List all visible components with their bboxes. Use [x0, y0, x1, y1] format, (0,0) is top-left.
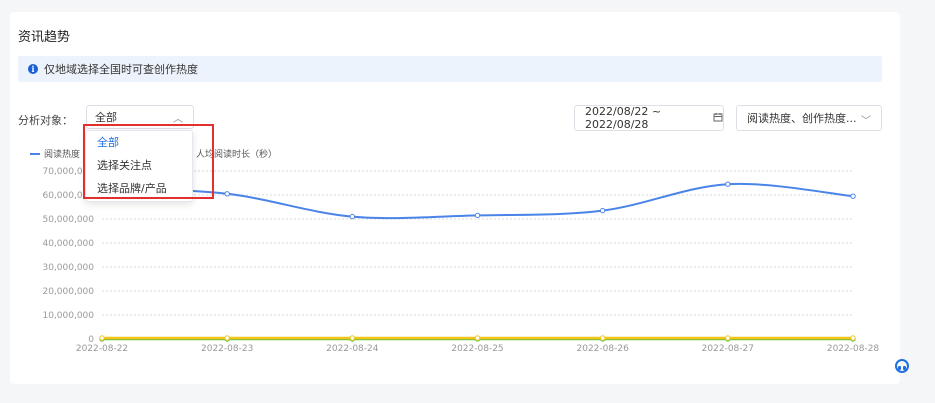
data-point-1	[349, 335, 356, 341]
data-point-0	[850, 193, 856, 199]
analysis-target-dropdown: 全部 选择关注点 选择品牌/产品	[85, 130, 193, 202]
data-point-0	[349, 213, 356, 220]
x-tick-label: 2022-08-25	[451, 344, 503, 354]
y-tick-label: 10,000,000	[42, 311, 94, 321]
x-tick-label: 2022-08-27	[702, 344, 754, 354]
help-icon[interactable]	[893, 358, 911, 376]
y-tick-label: 40,000,000	[42, 239, 94, 249]
data-point-1	[224, 335, 230, 341]
option-focus-point[interactable]: 选择关注点	[86, 154, 192, 177]
data-point-1	[850, 335, 856, 341]
y-tick-label: 20,000,000	[42, 287, 94, 297]
x-tick-label: 2022-08-22	[76, 344, 128, 354]
x-tick-label: 2022-08-23	[201, 344, 253, 354]
option-all[interactable]: 全部	[86, 131, 192, 154]
data-point-1	[99, 335, 105, 341]
data-point-1	[725, 335, 731, 341]
data-point-0	[224, 191, 230, 197]
y-tick-label: 50,000,000	[42, 215, 94, 225]
data-point-1	[599, 335, 606, 341]
x-tick-label: 2022-08-28	[827, 344, 880, 354]
data-point-0	[725, 181, 731, 187]
x-tick-label: 2022-08-24	[326, 344, 379, 354]
x-tick-label: 2022-08-26	[577, 344, 630, 354]
y-tick-label: 30,000,000	[42, 263, 94, 273]
option-brand-product[interactable]: 选择品牌/产品	[86, 177, 192, 200]
data-point-1	[474, 335, 481, 341]
data-point-0	[599, 207, 606, 214]
data-point-0	[474, 212, 481, 219]
